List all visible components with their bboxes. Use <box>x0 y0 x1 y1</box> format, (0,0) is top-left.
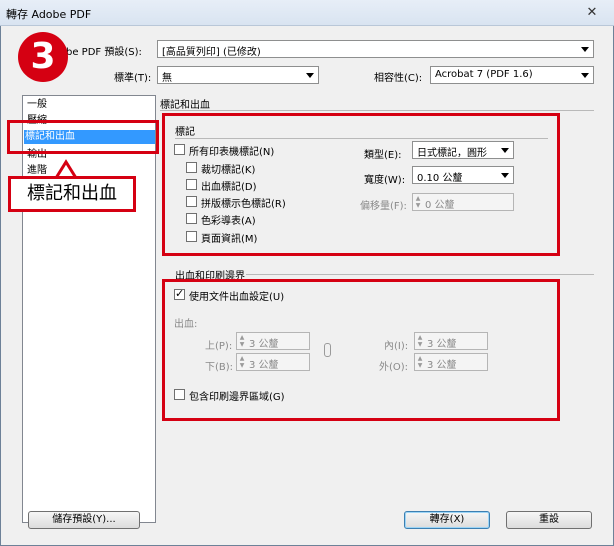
step-number-badge: 3 <box>18 32 68 82</box>
standard-dropdown[interactable]: 無 <box>157 66 319 84</box>
preset-value: [高品質列印] (已修改) <box>162 47 261 58</box>
title-bar <box>0 0 614 26</box>
window-title: 轉存 Adobe PDF <box>6 8 92 21</box>
compat-value: Acrobat 7 (PDF 1.6) <box>435 69 533 80</box>
section-divider <box>160 110 594 111</box>
callout-label: 標記和出血 <box>8 176 136 212</box>
section-title: 標記和出血 <box>160 100 210 111</box>
chevron-down-icon <box>306 73 314 78</box>
reset-button[interactable]: 重設 <box>506 511 592 529</box>
bleed-highlight-box <box>162 279 560 421</box>
preset-dropdown[interactable]: [高品質列印] (已修改) <box>157 40 594 58</box>
standard-value: 無 <box>162 73 172 84</box>
standard-label: 標準(T): <box>114 73 152 84</box>
chevron-down-icon <box>581 47 589 52</box>
marks-highlight-box <box>162 113 560 256</box>
compat-dropdown[interactable]: Acrobat 7 (PDF 1.6) <box>430 66 594 84</box>
compat-label: 相容性(C): <box>374 73 423 84</box>
sidebar-highlight-box <box>7 120 159 154</box>
export-button[interactable]: 轉存(X) <box>404 511 490 529</box>
save-preset-button[interactable]: 儲存預設(Y)... <box>28 511 140 529</box>
chevron-down-icon <box>581 73 589 78</box>
bleed-divider <box>246 274 594 275</box>
sidebar-item-general[interactable]: 一般 <box>26 98 47 112</box>
preset-label: be PDF 預設(S): <box>66 47 142 58</box>
close-icon[interactable]: ✕ <box>585 6 599 20</box>
